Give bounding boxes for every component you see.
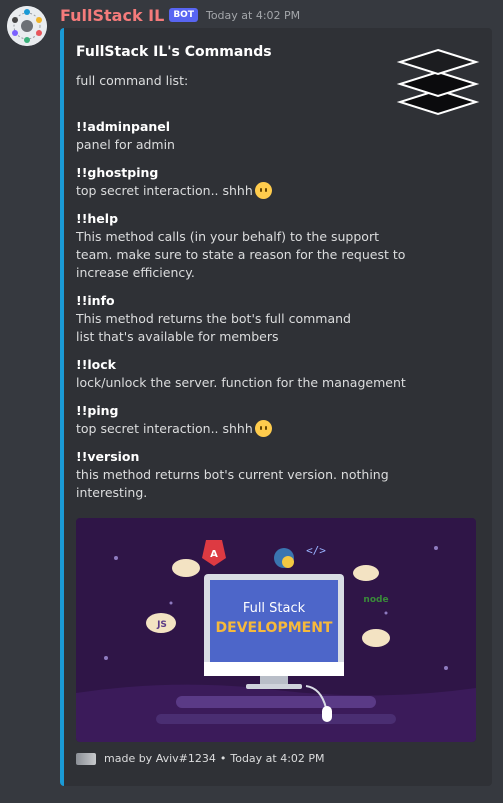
avatar-icon — [7, 6, 47, 46]
layers-icon[interactable] — [396, 40, 480, 124]
no-mouth-face-icon — [254, 182, 272, 199]
js-badge: JS — [156, 620, 167, 630]
field-value: this method returns bot's current versio… — [76, 467, 389, 500]
field-ping: !!ping top secret interaction.. shhh — [76, 402, 406, 438]
field-name: !!adminpanel — [76, 119, 171, 134]
footer-timestamp: Today at 4:02 PM — [230, 752, 325, 765]
footer-separator: • — [219, 752, 227, 765]
node-badge: node — [363, 595, 388, 605]
field-value: This method calls (in your behalf) to th… — [76, 229, 406, 280]
field-value: panel for admin — [76, 137, 175, 152]
no-mouth-face-icon — [254, 420, 272, 437]
footer-text: made by Aviv#1234 — [104, 752, 216, 765]
bot-avatar[interactable] — [7, 6, 47, 46]
embed-title: FullStack IL's Commands — [76, 44, 272, 60]
embed-image[interactable]: A JS node </> Full Stack DEVELOPMENT — [76, 518, 476, 742]
image-line2: DEVELOPMENT — [216, 620, 333, 636]
fullstack-development-illustration: A JS node </> Full Stack DEVELOPMENT — [76, 518, 476, 742]
field-help: !!help This method calls (in your behalf… — [76, 210, 406, 282]
bot-badge: BOT — [169, 8, 198, 22]
field-name: !!info — [76, 293, 115, 308]
embed-footer: made by Aviv#1234 • Today at 4:02 PM — [76, 752, 325, 765]
field-name: !!help — [76, 211, 119, 226]
field-name: !!lock — [76, 357, 116, 372]
author-name[interactable]: FullStack IL — [60, 6, 164, 25]
embed-description: full command list: — [76, 73, 189, 88]
code-badge: </> — [306, 544, 326, 557]
field-value: top secret interaction.. shhh — [76, 421, 253, 436]
footer-avatar-icon — [76, 752, 96, 765]
field-info: !!info This method returns the bot's ful… — [76, 292, 406, 346]
field-name: !!version — [76, 449, 140, 464]
field-name: !!ping — [76, 403, 119, 418]
field-adminpanel: !!adminpanel panel for admin — [76, 118, 406, 154]
message-header: FullStack IL BOT Today at 4:02 PM — [60, 5, 300, 25]
field-value: top secret interaction.. shhh — [76, 183, 253, 198]
field-value: lock/unlock the server. function for the… — [76, 375, 406, 390]
message-timestamp: Today at 4:02 PM — [205, 8, 301, 22]
svg-text:A: A — [210, 549, 218, 560]
field-ghostping: !!ghostping top secret interaction.. shh… — [76, 164, 406, 200]
field-lock: !!lock lock/unlock the server. function … — [76, 356, 406, 392]
field-name: !!ghostping — [76, 165, 159, 180]
field-value: This method returns the bot's full comma… — [76, 311, 351, 344]
image-line1: Full Stack — [243, 601, 306, 616]
field-version: !!version this method returns bot's curr… — [76, 448, 406, 502]
embed: FullStack IL's Commands full command lis… — [60, 28, 492, 786]
